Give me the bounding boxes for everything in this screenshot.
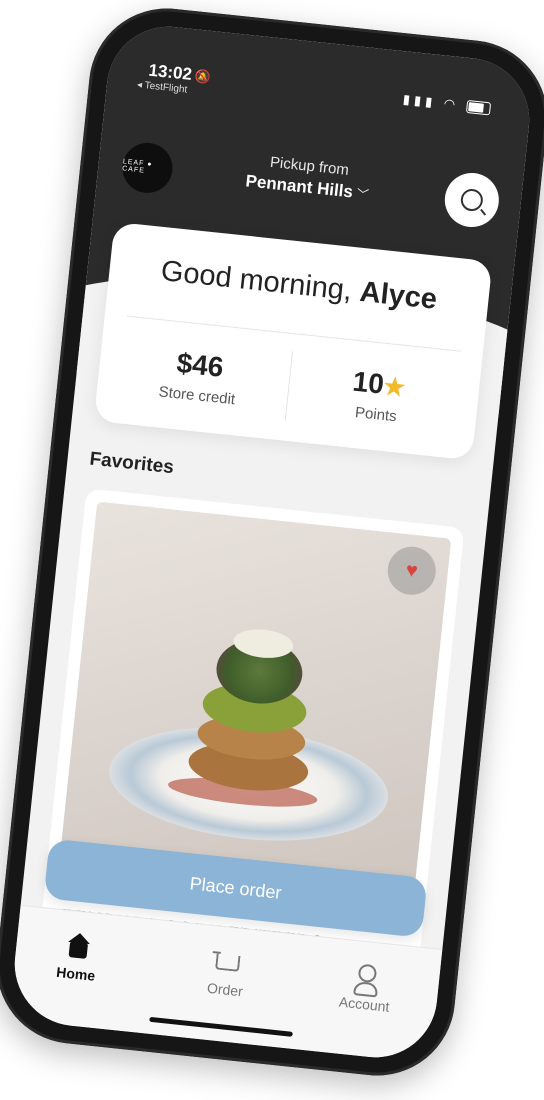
points[interactable]: 10★ Points <box>285 359 470 433</box>
wifi-icon: ◠ <box>443 95 460 113</box>
tab-order-label: Order <box>206 979 244 1000</box>
home-icon <box>68 941 89 959</box>
star-icon: ★ <box>382 372 407 402</box>
search-button[interactable] <box>442 170 502 230</box>
pickup-location-selector[interactable]: Pickup from Pennant Hills ﹀ <box>217 148 400 207</box>
battery-icon <box>465 100 492 116</box>
tab-account[interactable]: Account <box>314 959 418 1017</box>
search-icon <box>459 187 484 213</box>
favorites-heading: Favorites <box>88 448 175 479</box>
chevron-down-icon: ﹀ <box>355 186 370 203</box>
app-screen: 13:02🔕 ◂ TestFlight ▮▮▮ ◠ LEAF ● CAFE Pi… <box>8 20 536 1064</box>
home-indicator <box>149 1016 293 1037</box>
heart-icon: ♥ <box>404 558 419 582</box>
tab-home[interactable]: Home <box>25 929 129 987</box>
signal-icon: ▮▮▮ <box>402 91 438 110</box>
account-icon <box>357 963 378 984</box>
silent-bell-icon: 🔕 <box>194 68 212 86</box>
favorite-toggle-button[interactable]: ♥ <box>385 544 439 598</box>
brand-logo: LEAF ● CAFE <box>119 140 175 196</box>
phone-frame: 13:02🔕 ◂ TestFlight ▮▮▮ ◠ LEAF ● CAFE Pi… <box>0 0 544 1084</box>
cart-icon <box>215 953 241 972</box>
tab-home-label: Home <box>55 963 96 984</box>
store-credit[interactable]: $46 Store credit <box>106 340 291 414</box>
account-summary-card: Good morning, Alyce $46 Store credit 10★… <box>93 221 493 461</box>
status-icons: ▮▮▮ ◠ <box>402 91 492 116</box>
tab-order[interactable]: Order <box>174 945 278 1003</box>
greeting: Good morning, Alyce <box>159 255 439 316</box>
